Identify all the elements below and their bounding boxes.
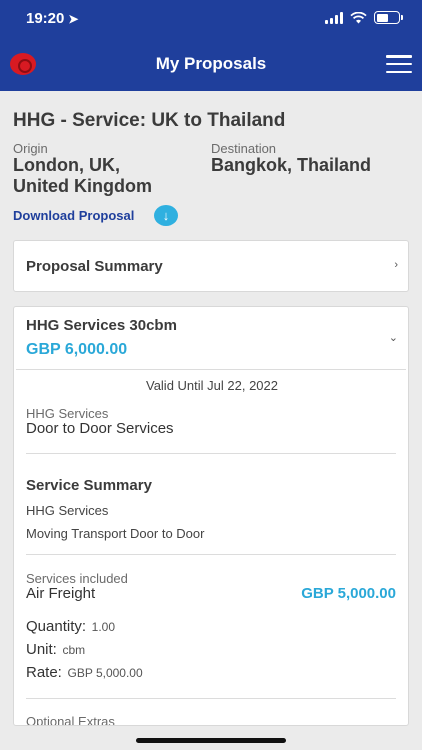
download-proposal-link[interactable]: Download Proposal	[13, 208, 134, 223]
destination-label: Destination	[211, 141, 277, 156]
unit-value: cbm	[62, 643, 86, 657]
quantity-value: 1.00	[91, 620, 116, 634]
service-title: HHG Services 30cbm	[26, 317, 177, 334]
valid-until: Valid Until Jul 22, 2022	[145, 378, 278, 393]
included-service-name: Air Freight	[26, 585, 96, 602]
optional-extras-label: Optional Extras	[26, 714, 115, 726]
quantity-row: Quantity: 1.00	[26, 618, 115, 635]
origin-value-line1: London, UK,	[13, 155, 120, 175]
rate-row: Rate: GBP 5,000.00	[26, 664, 143, 681]
proposal-summary-row[interactable]: Proposal Summary ›	[13, 240, 409, 292]
rate-label: Rate:	[26, 664, 62, 681]
proposal-heading: HHG - Service: UK to Thailand	[13, 110, 286, 131]
cellular-signal-icon	[325, 11, 343, 24]
wifi-icon	[350, 11, 367, 23]
download-arrow-icon[interactable]: ↓	[154, 205, 178, 226]
service-summary-line: Moving Transport Door to Door	[26, 526, 205, 541]
rate-value: GBP 5,000.00	[67, 666, 143, 680]
status-clock: 19:20	[26, 10, 65, 27]
hamburger-menu-icon[interactable]	[386, 55, 412, 73]
status-time: 19:20 ➤	[26, 10, 78, 27]
included-service-price: GBP 5,000.00	[301, 585, 396, 602]
proposal-summary-label: Proposal Summary	[26, 258, 163, 275]
origin-label: Origin	[13, 141, 48, 156]
page-title: My Proposals	[155, 54, 267, 73]
service-card: HHG Services 30cbm GBP 6,000.00 ⌄ Valid …	[13, 306, 409, 726]
category-label: HHG Services	[26, 406, 109, 421]
services-included-label: Services included	[26, 571, 128, 586]
chevron-down-icon[interactable]: ⌄	[389, 331, 398, 344]
app-header: 19:20 ➤ My Proposals	[0, 0, 422, 91]
divider	[26, 554, 396, 555]
service-summary-heading: Service Summary	[26, 477, 152, 494]
battery-icon	[374, 11, 403, 24]
service-price: GBP 6,000.00	[26, 341, 128, 358]
unit-label: Unit:	[26, 641, 57, 658]
status-icons	[325, 11, 403, 24]
category-value: Door to Door Services	[26, 420, 174, 437]
divider	[16, 369, 406, 370]
location-arrow-icon: ➤	[68, 12, 79, 26]
home-indicator[interactable]	[136, 738, 286, 743]
chevron-right-icon: ›	[394, 259, 398, 271]
unit-row: Unit: cbm	[26, 641, 85, 658]
divider	[26, 453, 396, 454]
quantity-label: Quantity:	[26, 618, 87, 635]
origin-value-line2: United Kingdom	[13, 176, 152, 196]
divider	[26, 698, 396, 699]
destination-value: Bangkok, Thailand	[211, 155, 372, 175]
service-summary-line: HHG Services	[26, 503, 109, 518]
